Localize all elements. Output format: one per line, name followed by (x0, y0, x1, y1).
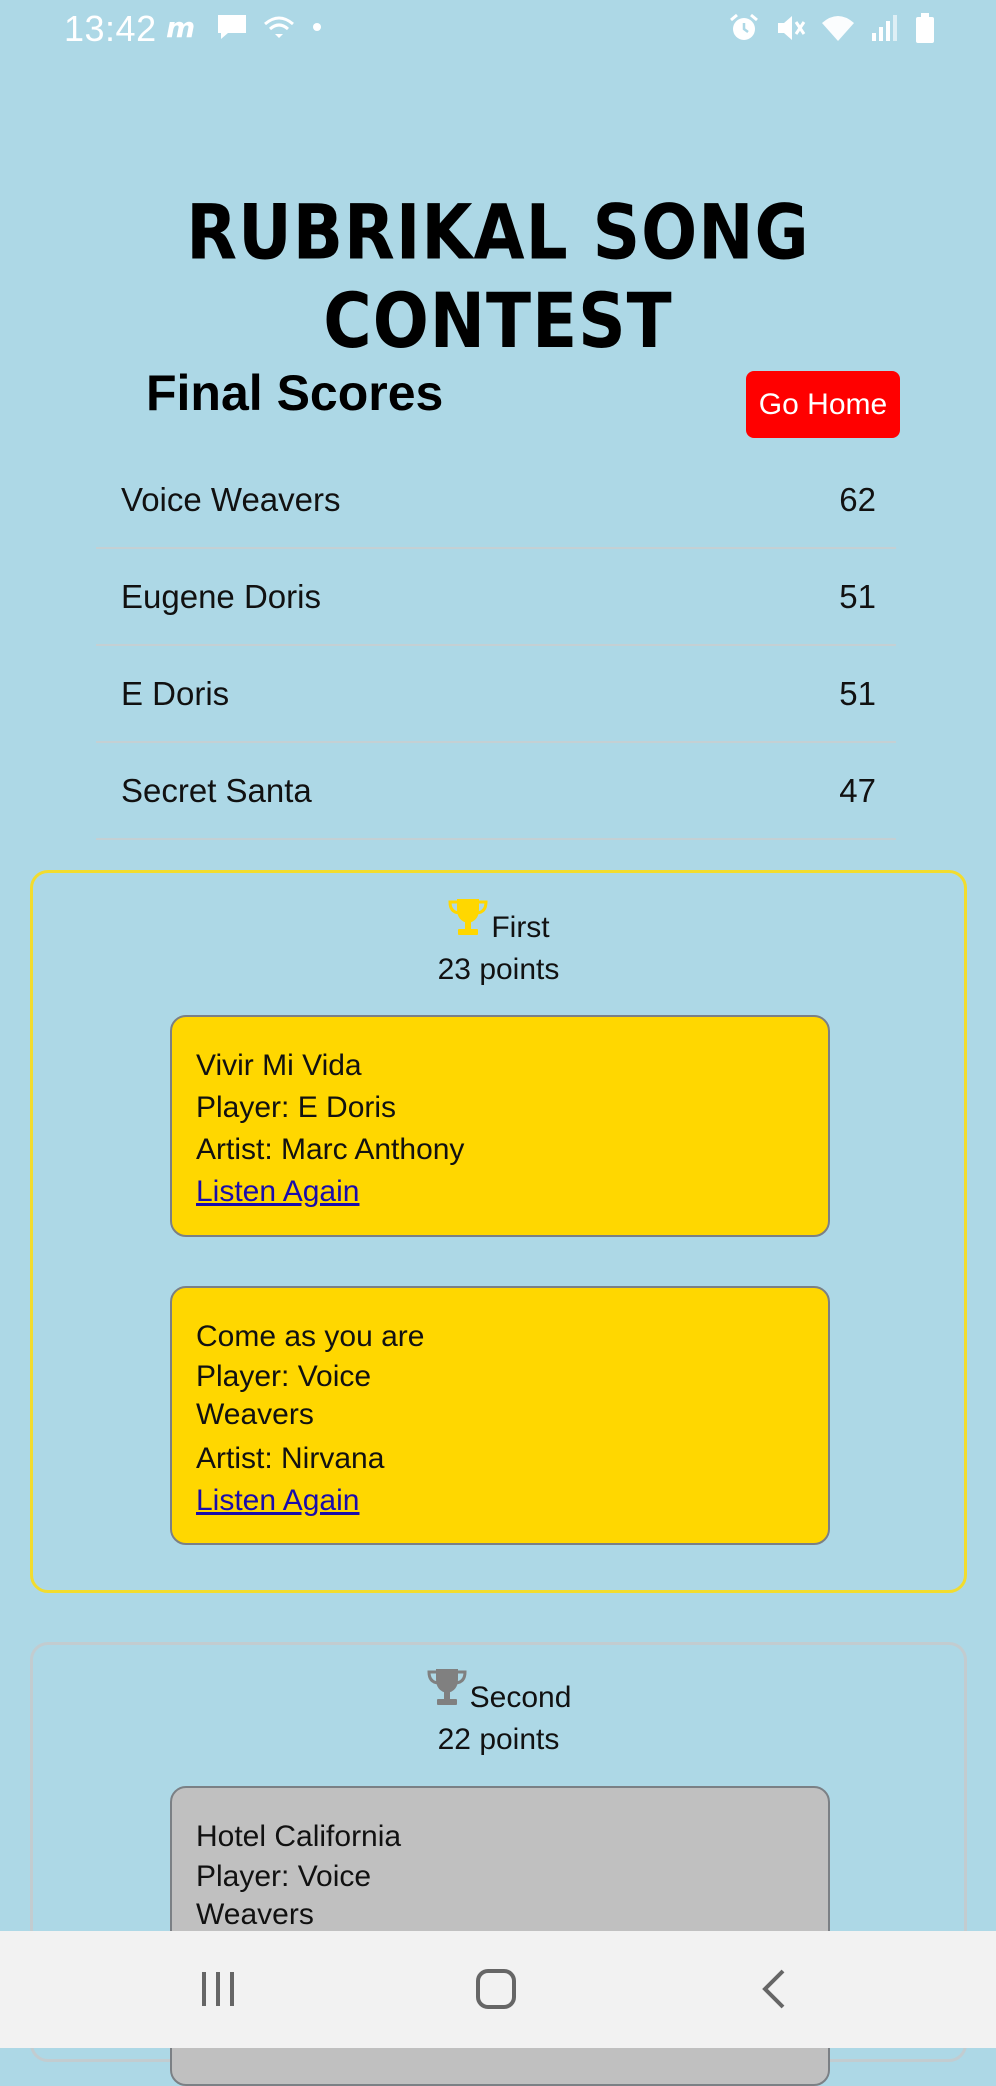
status-time: 13:42 (64, 8, 157, 49)
place-header: Second 22 points (33, 1669, 964, 1757)
svg-text:m: m (166, 13, 195, 41)
player-score: 47 (839, 771, 876, 809)
listen-again-link[interactable]: Listen Again (196, 1484, 359, 1517)
place-header: First 23 points (33, 899, 964, 987)
mute-icon (774, 12, 806, 44)
go-home-button[interactable]: Go Home (746, 371, 900, 438)
messenger-icon: m (166, 13, 202, 41)
player-score: 51 (839, 674, 876, 712)
song-title: Vivir Mi Vida (196, 1049, 362, 1082)
first-place-card: First 23 points Vivir Mi Vida Player: E … (30, 870, 967, 1593)
final-scores-heading: Final Scores (146, 365, 444, 421)
battery-icon (914, 12, 936, 44)
place-points: 22 points (437, 1723, 560, 1756)
player-name: Secret Santa (121, 771, 312, 809)
player-score: 62 (839, 480, 876, 518)
song-card: Come as you are Player: Voice Weavers Ar… (170, 1286, 830, 1545)
song-artist: Artist: Marc Anthony (196, 1133, 465, 1166)
wifi-calling-icon (262, 14, 296, 40)
status-bar: 13:42 m (0, 0, 996, 62)
chat-icon (216, 12, 248, 42)
listen-again-link[interactable]: Listen Again (196, 1175, 359, 1208)
score-row: E Doris 51 (96, 646, 896, 743)
app-title: RUBRIKAL SONG CONTEST (186, 188, 810, 366)
place-points: 23 points (437, 953, 560, 986)
song-title: Come as you are (196, 1320, 425, 1353)
song-player: Player: Voice Weavers (196, 1860, 372, 1931)
trophy-icon (447, 897, 489, 945)
player-name: E Doris (121, 674, 230, 712)
place-rank: First (491, 911, 550, 944)
trophy-icon (426, 1667, 468, 1715)
player-score: 51 (839, 577, 876, 615)
dot-icon (310, 20, 324, 34)
scores-list: Voice Weavers 62 Eugene Doris 51 E Doris… (96, 452, 896, 840)
signal-icon (870, 13, 900, 43)
navigation-bar (0, 1931, 996, 2048)
song-player: Player: E Doris (196, 1091, 397, 1124)
song-card: Vivir Mi Vida Player: E Doris Artist: Ma… (170, 1015, 830, 1237)
recent-apps-icon[interactable] (178, 1959, 258, 2019)
score-row: Secret Santa 47 (96, 743, 896, 840)
back-icon[interactable] (734, 1959, 814, 2019)
status-left-icons: m (166, 12, 324, 42)
song-title: Hotel California (196, 1820, 402, 1853)
alarm-icon (728, 12, 760, 44)
score-row: Eugene Doris 51 (96, 549, 896, 646)
status-right-icons (728, 12, 936, 44)
wifi-icon (820, 13, 856, 43)
player-name: Voice Weavers (121, 480, 341, 518)
score-row: Voice Weavers 62 (96, 452, 896, 549)
song-player: Player: Voice Weavers (196, 1360, 372, 1431)
player-name: Eugene Doris (121, 577, 321, 615)
song-artist: Artist: Nirvana (196, 1442, 385, 1475)
place-rank: Second (469, 1681, 572, 1714)
home-icon[interactable] (456, 1959, 536, 2019)
